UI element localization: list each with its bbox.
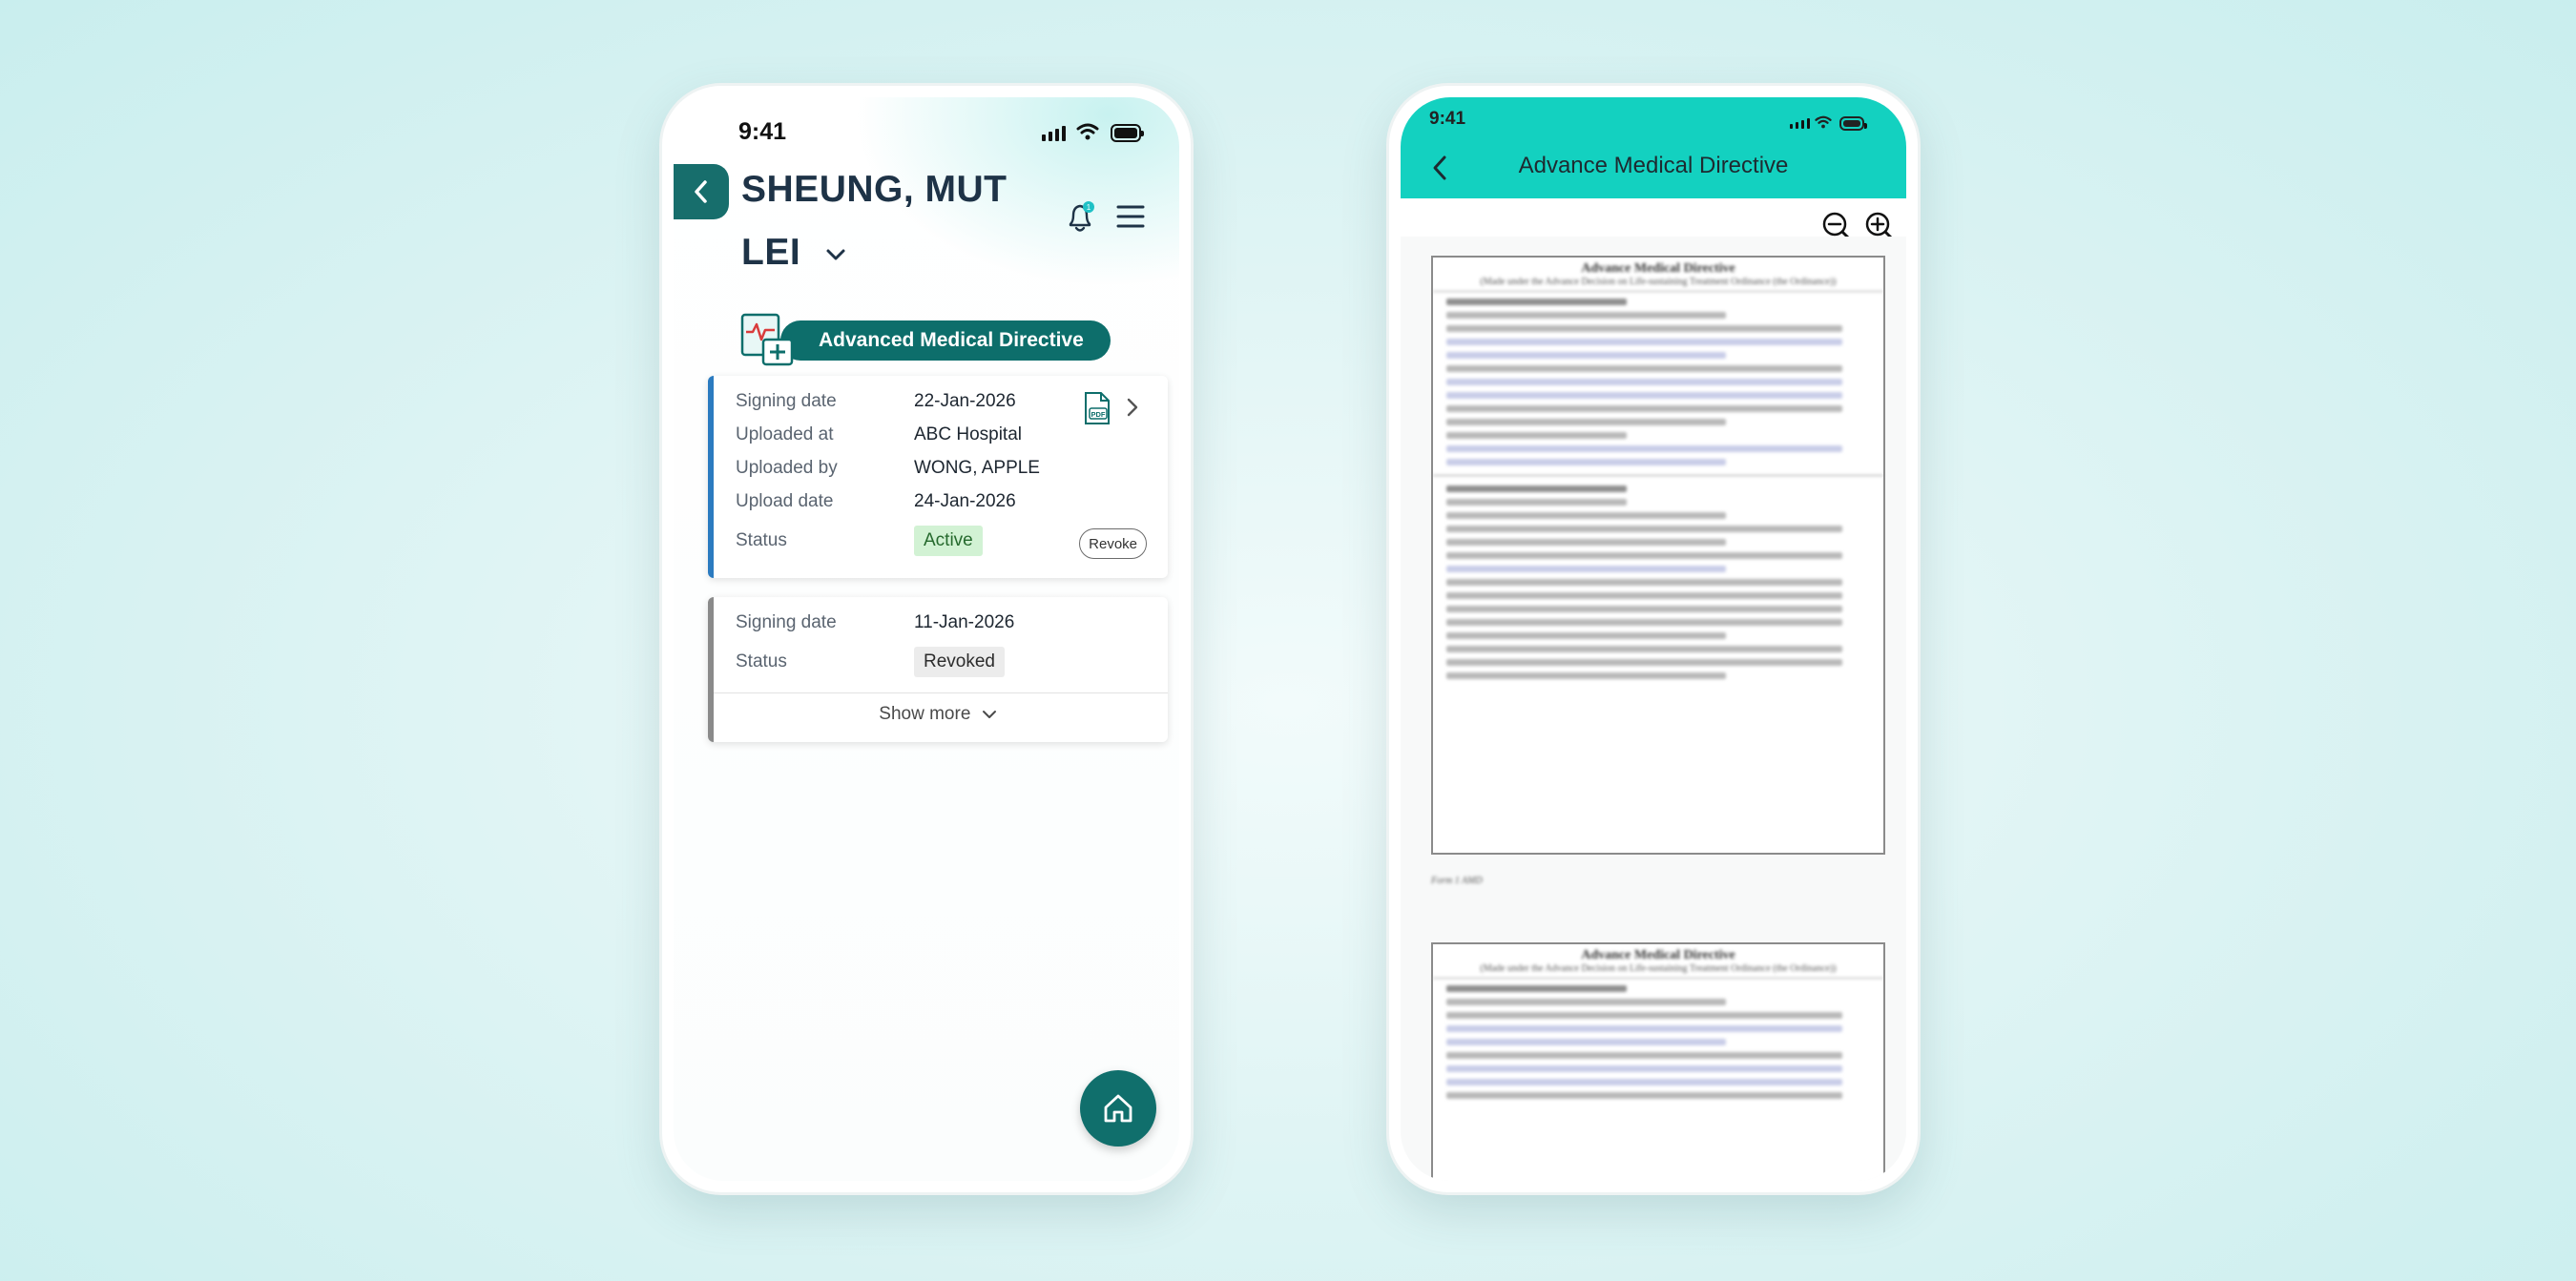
- menu-button[interactable]: [1116, 204, 1145, 234]
- page-title: Advance Medical Directive: [1518, 153, 1789, 178]
- patient-name-line-2: LEI: [741, 232, 801, 273]
- signing-date-row: Signing date 11-Jan-2026: [736, 612, 1014, 633]
- pdf-page-content: Advance Medical Directive (Made under th…: [1433, 261, 1883, 679]
- pdf-page: Advance Medical Directive (Made under th…: [1431, 942, 1885, 1181]
- patient-record-screen: 9:41 SHEUNG, MUT LEI 1 Advanced Medical …: [674, 97, 1179, 1181]
- uploaded-at-row: Uploaded at ABC Hospital: [736, 424, 1022, 445]
- phone-right: 9:41 Advance Medical Directive Advance M…: [1389, 86, 1918, 1192]
- chevron-down-icon: [826, 249, 845, 260]
- pdf-page-title: Advance Medical Directive: [1581, 948, 1735, 962]
- cellular-signal-icon: [1042, 126, 1066, 141]
- uploaded-by-row: Uploaded by WONG, APPLE: [736, 458, 1040, 479]
- home-button[interactable]: [1080, 1070, 1156, 1147]
- status-row: Status Active: [736, 526, 983, 556]
- status-row: Status Revoked: [736, 647, 1005, 677]
- section-header: Advanced Medical Directive: [740, 313, 1112, 366]
- signing-date-value: 22-Jan-2026: [914, 391, 1016, 411]
- signing-date-value: 11-Jan-2026: [914, 612, 1015, 632]
- wifi-icon: [1815, 115, 1832, 129]
- uploaded-at-value: ABC Hospital: [914, 424, 1022, 444]
- status-label: Status: [736, 651, 787, 671]
- directive-record-card[interactable]: Signing date 11-Jan-2026 Status Revoked …: [708, 597, 1168, 742]
- signing-date-row: Signing date 22-Jan-2026: [736, 391, 1016, 412]
- chevron-right-icon[interactable]: [1126, 397, 1139, 418]
- home-icon: [1104, 1094, 1132, 1123]
- status-badge-revoked: Revoked: [914, 647, 1005, 677]
- pdf-page-content: Advance Medical Directive (Made under th…: [1433, 948, 1883, 1099]
- status-time: 9:41: [738, 118, 787, 145]
- battery-icon: [1839, 116, 1867, 131]
- back-arrow-icon: [695, 180, 707, 203]
- hamburger-menu-icon: [1116, 205, 1145, 228]
- directive-record-card[interactable]: Signing date 22-Jan-2026 Uploaded at ABC…: [708, 376, 1168, 578]
- pdf-page-subtitle: (Made under the Advance Decision on Life…: [1433, 963, 1883, 979]
- cellular-signal-icon: [1790, 118, 1810, 129]
- pdf-file-icon[interactable]: PDF: [1082, 391, 1112, 425]
- divider: [714, 692, 1168, 693]
- status-time: 9:41: [1429, 109, 1466, 129]
- back-button[interactable]: [674, 164, 729, 219]
- phone-left: 9:41 SHEUNG, MUT LEI 1 Advanced Medical …: [662, 86, 1191, 1192]
- upload-date-label: Upload date: [736, 491, 834, 511]
- pdf-page-title: Advance Medical Directive: [1581, 261, 1735, 276]
- document-viewer-screen: 9:41 Advance Medical Directive Advance M…: [1401, 97, 1906, 1181]
- pdf-page: Advance Medical Directive (Made under th…: [1431, 256, 1885, 855]
- status-stripe: [708, 376, 714, 578]
- uploaded-at-label: Uploaded at: [736, 424, 834, 444]
- upload-date-value: 24-Jan-2026: [914, 491, 1016, 511]
- section-title: Advanced Medical Directive: [780, 320, 1111, 361]
- bell-icon: 1: [1069, 201, 1094, 232]
- uploaded-by-value: WONG, APPLE: [914, 458, 1040, 478]
- wifi-icon: [1076, 123, 1099, 140]
- upload-date-row: Upload date 24-Jan-2026: [736, 491, 1016, 512]
- signing-date-label: Signing date: [736, 612, 837, 632]
- chevron-down-icon: [982, 710, 996, 718]
- notification-button[interactable]: 1: [1065, 200, 1097, 239]
- uploaded-by-label: Uploaded by: [736, 458, 838, 478]
- viewer-header: 9:41 Advance Medical Directive: [1401, 97, 1906, 198]
- pdf-footer-note: Form 1 AMD: [1431, 876, 1483, 886]
- patient-name-selector[interactable]: SHEUNG, MUT LEI: [741, 158, 1028, 284]
- status-badge-active: Active: [914, 526, 983, 556]
- revoke-button[interactable]: Revoke: [1079, 528, 1147, 559]
- pdf-viewer[interactable]: Advance Medical Directive (Made under th…: [1401, 237, 1906, 1181]
- battery-icon: [1111, 124, 1144, 142]
- notification-count: 1: [1087, 203, 1091, 212]
- signing-date-label: Signing date: [736, 391, 837, 411]
- patient-name-line-1: SHEUNG, MUT: [741, 169, 1008, 210]
- pdf-file-label: PDF: [1091, 410, 1106, 419]
- show-more-button[interactable]: Show more: [708, 704, 1168, 725]
- medical-directive-icon: [740, 313, 794, 366]
- pdf-page-subtitle: (Made under the Advance Decision on Life…: [1433, 277, 1883, 292]
- show-more-label: Show more: [879, 704, 971, 724]
- status-label: Status: [736, 530, 787, 550]
